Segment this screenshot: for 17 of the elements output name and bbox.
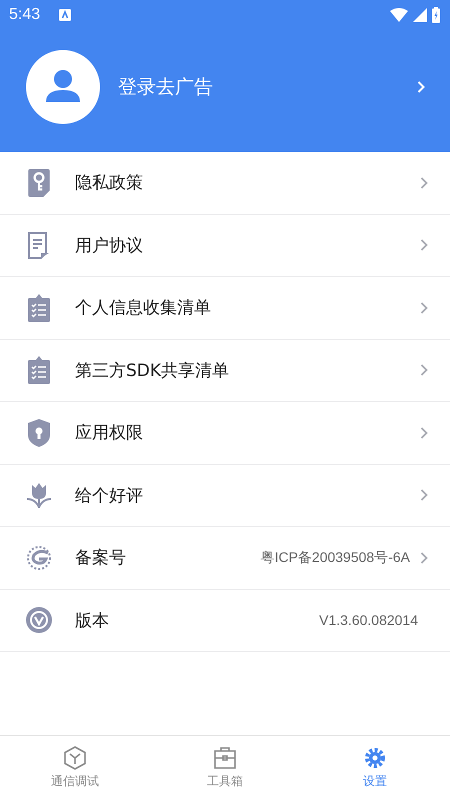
clipboard-icon — [26, 294, 52, 322]
wifi-icon — [390, 8, 408, 22]
notification-icon — [59, 9, 72, 21]
swirl-icon — [26, 544, 52, 572]
settings-icon — [363, 746, 387, 770]
key-icon — [26, 168, 52, 197]
shield-icon — [26, 418, 52, 447]
battery-icon — [432, 7, 440, 23]
toolbox-icon — [213, 746, 237, 770]
cube-icon — [63, 746, 87, 770]
avatar-icon — [26, 50, 100, 124]
status-time: 5:43 — [9, 6, 40, 24]
clipboard-icon — [26, 356, 52, 384]
version-icon — [26, 606, 52, 634]
chevron-icon — [417, 81, 425, 93]
flower-icon — [26, 481, 52, 510]
signal-icon — [413, 8, 427, 22]
